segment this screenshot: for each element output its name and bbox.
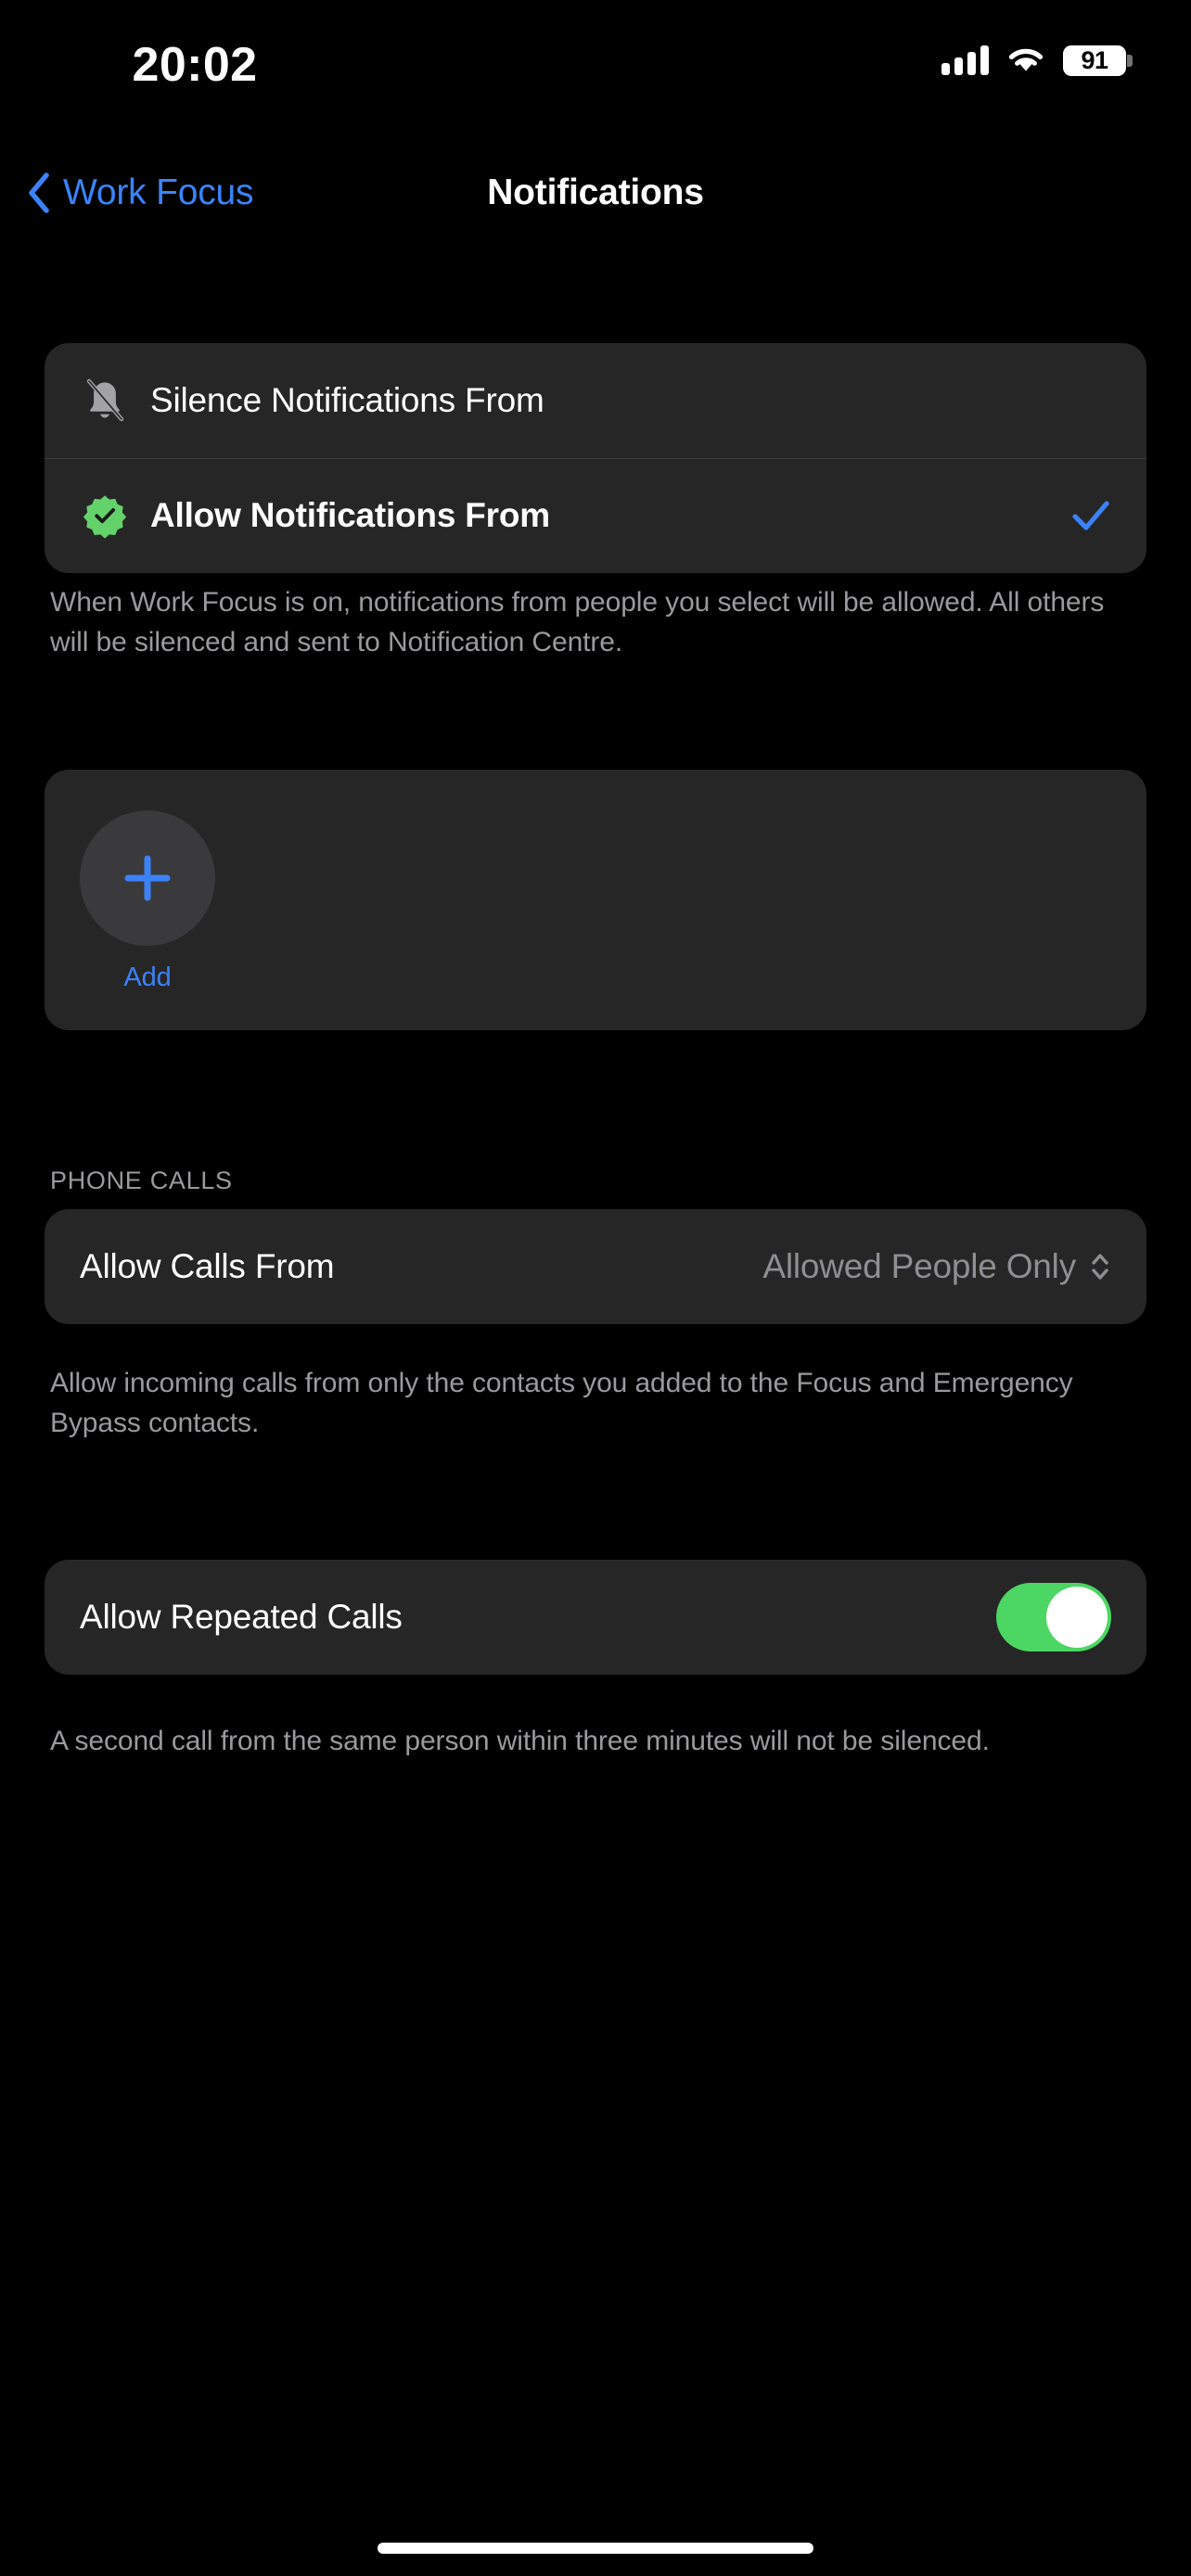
battery-percentage: 91 xyxy=(1081,45,1108,74)
page-title: Notifications xyxy=(487,172,704,212)
allow-calls-from-card: Allow Calls From Allowed People Only xyxy=(45,1209,1146,1324)
allow-calls-from-row[interactable]: Allow Calls From Allowed People Only xyxy=(45,1209,1146,1324)
option-allow-notifications-from[interactable]: Allow Notifications From xyxy=(45,458,1146,573)
allow-repeated-calls-label: Allow Repeated Calls xyxy=(80,1598,403,1636)
plus-icon xyxy=(119,849,176,907)
allow-calls-from-value: Allowed People Only xyxy=(762,1247,1076,1285)
allow-repeated-calls-row: Allow Repeated Calls xyxy=(45,1560,1146,1675)
allowed-people-list: Add xyxy=(45,770,1146,1030)
allowed-people-card: Add xyxy=(45,770,1146,1030)
settings-content: Silence Notifications From Allow Notific… xyxy=(0,239,1191,2576)
allow-repeated-calls-card: Allow Repeated Calls xyxy=(45,1560,1146,1675)
cellular-bars-icon xyxy=(941,45,989,75)
checkmark-seal-icon xyxy=(80,491,130,541)
notification-source-footnote: When Work Focus is on, notifications fro… xyxy=(50,587,1105,657)
notification-source-card: Silence Notifications From Allow Notific… xyxy=(45,343,1146,573)
chevron-up-down-icon xyxy=(1089,1248,1111,1285)
option-silence-notifications-from[interactable]: Silence Notifications From xyxy=(45,343,1146,458)
option-label: Allow Notifications From xyxy=(150,496,550,534)
allow-repeated-calls-toggle[interactable] xyxy=(996,1583,1111,1651)
allow-calls-from-value-group[interactable]: Allowed People Only xyxy=(762,1247,1111,1286)
battery-icon: 91 xyxy=(1063,45,1133,76)
navigation-bar: Work Focus Notifications xyxy=(0,147,1191,239)
phone-calls-section-header: PHONE CALLS xyxy=(50,1167,233,1194)
add-person-button[interactable] xyxy=(80,810,215,946)
option-label: Silence Notifications From xyxy=(150,381,544,419)
allow-repeated-calls-footnote: A second call from the same person withi… xyxy=(50,1726,990,1756)
home-indicator[interactable] xyxy=(378,2543,813,2554)
status-bar-time: 20:02 xyxy=(132,38,258,92)
checkmark-icon xyxy=(1070,495,1111,536)
status-bar-indicators: 91 xyxy=(941,39,1133,82)
allow-calls-from-label: Allow Calls From xyxy=(80,1247,335,1285)
allow-calls-from-footnote: Allow incoming calls from only the conta… xyxy=(50,1368,1073,1438)
bell-slash-icon xyxy=(80,376,130,426)
wifi-icon xyxy=(1005,45,1046,75)
battery-cap-icon xyxy=(1127,54,1133,67)
toggle-knob xyxy=(1046,1587,1108,1648)
status-bar: 20:02 91 xyxy=(0,0,1191,121)
add-person-label: Add xyxy=(123,963,172,992)
